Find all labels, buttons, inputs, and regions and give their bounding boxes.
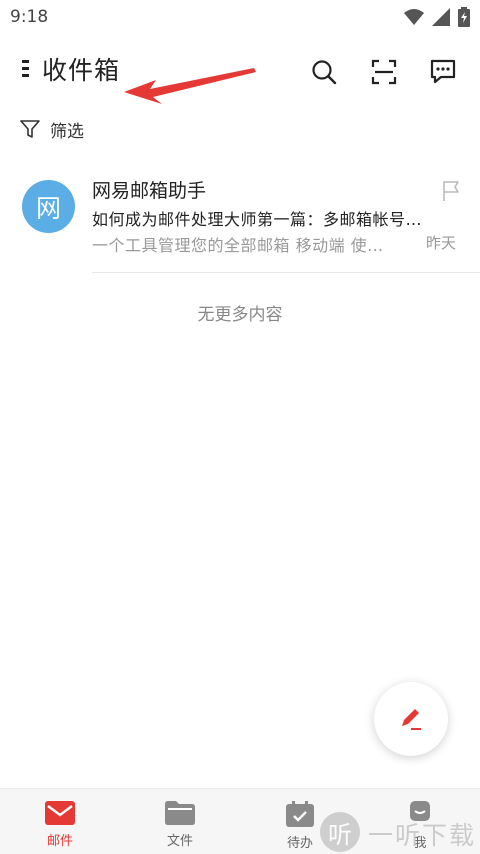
mail-sender: 网易邮箱助手 <box>92 180 207 202</box>
tab-label: 待办 <box>286 836 313 851</box>
watermark-logo: 听 <box>320 812 360 852</box>
status-time: 9:18 <box>10 7 49 27</box>
page-title[interactable]: 收件箱 <box>42 51 120 87</box>
pencil-icon <box>402 709 421 730</box>
watermark: 听 一听下载 <box>320 808 480 854</box>
mail-subject: 如何成为邮件处理大师第一篇：多邮箱帐号… <box>92 210 423 229</box>
scan-icon <box>371 59 397 85</box>
search-button[interactable] <box>306 54 342 90</box>
filter-icon <box>20 120 40 138</box>
tab-label: 邮件 <box>46 834 73 849</box>
wifi-icon <box>404 9 424 25</box>
todo-icon <box>286 801 314 827</box>
app-bar: 收件箱 <box>0 40 480 104</box>
flag-button[interactable] <box>440 180 462 202</box>
filter-label: 筛选 <box>50 121 84 142</box>
avatar: 网 <box>22 180 75 233</box>
compose-button[interactable] <box>374 682 448 756</box>
messages-button[interactable] <box>425 54 461 90</box>
status-icons <box>404 7 470 27</box>
status-bar: 9:18 <box>0 0 480 34</box>
signal-icon <box>432 8 450 26</box>
filter-button[interactable]: 筛选 <box>20 112 84 146</box>
watermark-text: 一听下载 <box>368 821 477 850</box>
menu-icon[interactable] <box>22 60 32 80</box>
mail-date: 昨天 <box>426 234 457 252</box>
search-icon <box>312 60 337 85</box>
tab-mail[interactable]: 邮件 <box>0 789 120 854</box>
list-end-text: 无更多内容 <box>197 305 283 325</box>
chat-icon <box>430 59 456 84</box>
battery-icon <box>458 7 470 27</box>
divider <box>92 272 480 273</box>
tab-label: 文件 <box>166 834 193 849</box>
mail-preview: 一个工具管理您的全部邮箱 移动端 使… <box>92 236 384 255</box>
mail-list-item[interactable]: 网 网易邮箱助手 如何成为邮件处理大师第一篇：多邮箱帐号… 一个工具管理您的全部… <box>0 162 480 273</box>
tab-files[interactable]: 文件 <box>120 789 240 854</box>
flag-icon <box>443 181 459 201</box>
annotation-arrow-icon <box>124 68 256 104</box>
scan-button[interactable] <box>366 54 402 90</box>
folder-icon <box>165 801 195 825</box>
mail-icon <box>45 801 75 825</box>
